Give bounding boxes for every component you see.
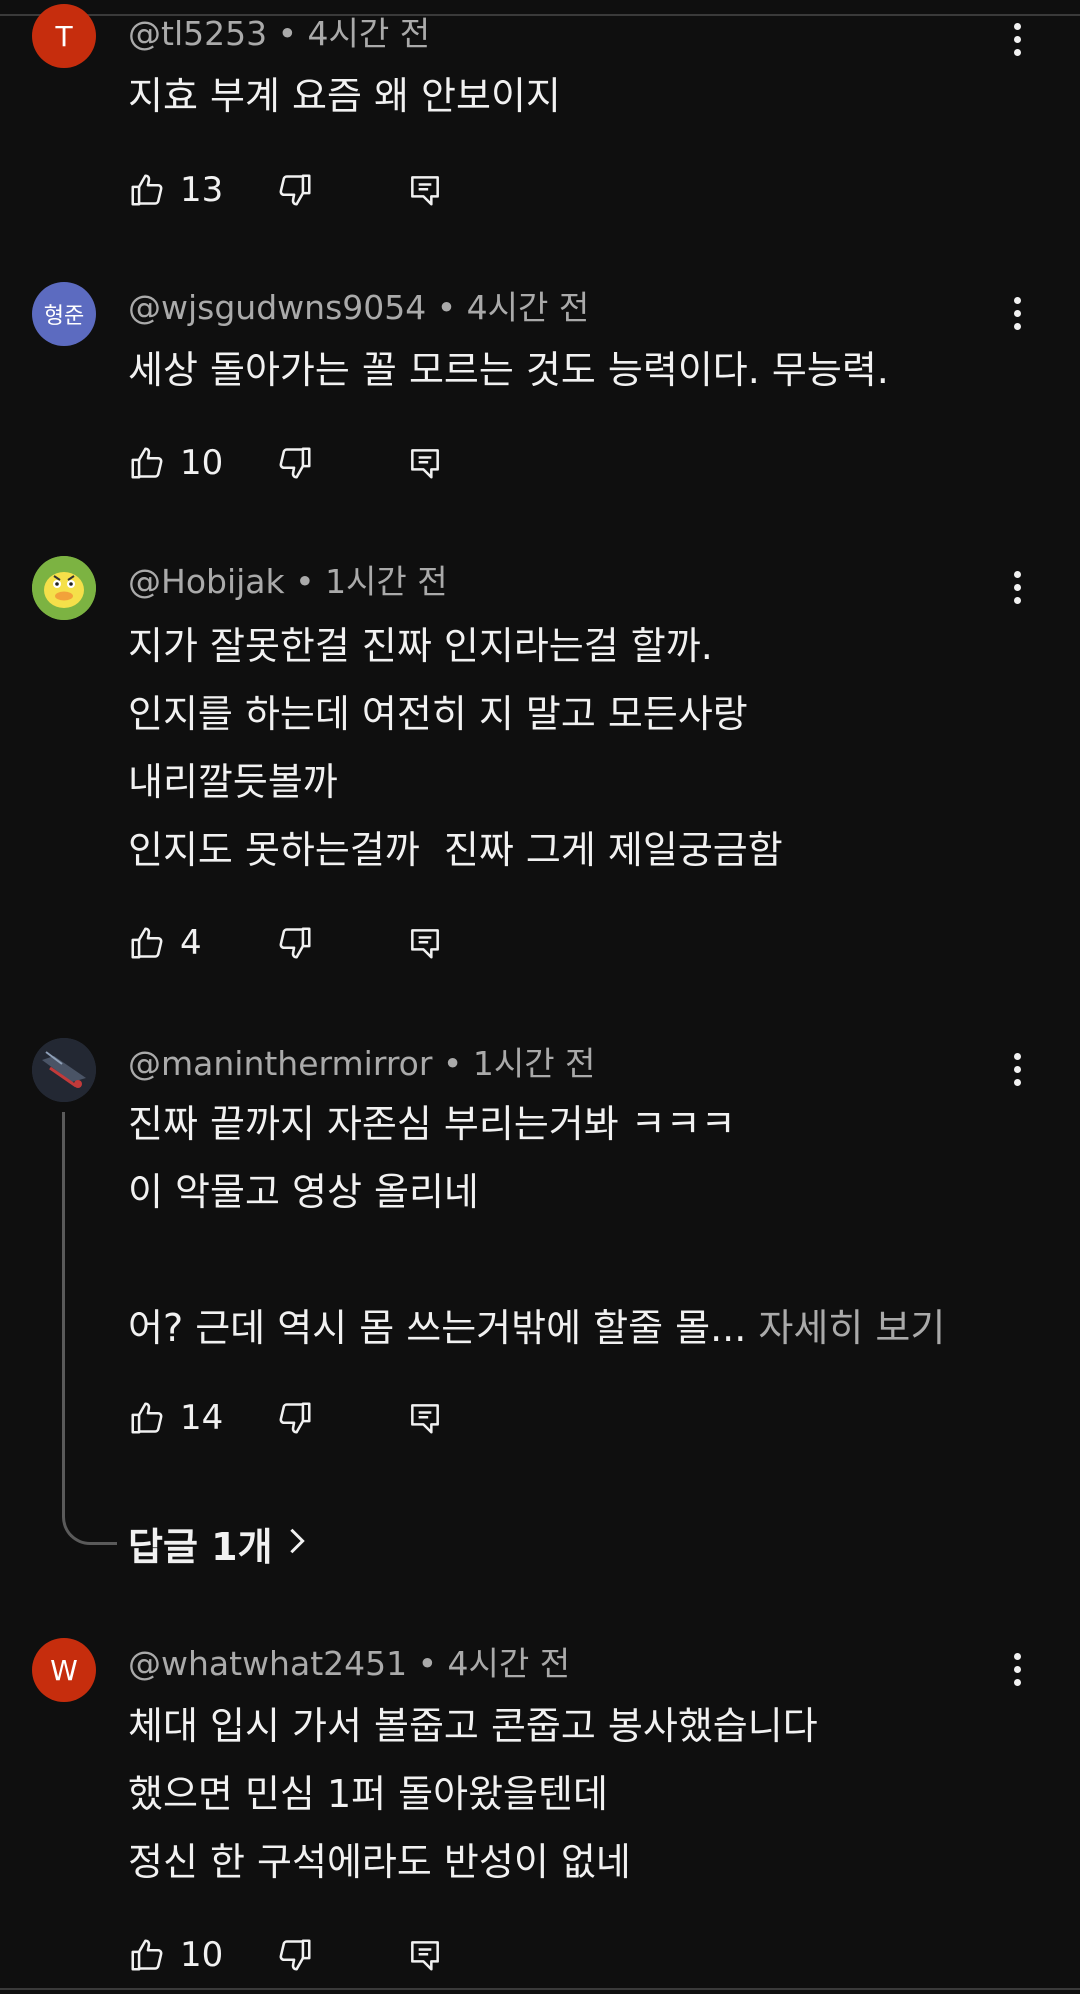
comment-line: 이 악물고 영상 올리네 — [128, 1170, 479, 1214]
comment-actions: 14 — [128, 1393, 444, 1443]
comment-text: 지가 잘못한걸 진짜 인지라는걸 할까. 인지를 하는데 여전히 지 말고 모든… — [128, 612, 1008, 884]
comment-author-time[interactable]: @tl5253 • 4시간 전 — [128, 14, 430, 54]
comment-line: 인지도 못하는걸까 진짜 그게 제일궁금함 — [128, 828, 783, 872]
comment-line: 세상 돌아가는 꼴 모르는 것도 능력이다. 무능력. — [128, 348, 889, 392]
dislike-button[interactable] — [276, 444, 406, 482]
comment-line: 지효 부계 요즘 왜 안보이지 — [128, 74, 561, 118]
comment-line: 했으면 민심 1퍼 돌아왔을텐데 — [128, 1772, 608, 1816]
reply-button[interactable] — [406, 924, 444, 962]
thumbs-up-icon — [128, 171, 166, 209]
thumbs-down-icon — [276, 444, 314, 482]
reply-button[interactable] — [406, 1936, 444, 1974]
like-count: 13 — [180, 170, 224, 210]
bottom-divider — [0, 1988, 1080, 1990]
dislike-button[interactable] — [276, 924, 406, 962]
comment-line: 내리깔듯볼까 — [128, 760, 338, 804]
avatar[interactable]: W — [32, 1638, 96, 1702]
comment-line — [128, 1226, 1008, 1294]
comment-actions: 10 — [128, 438, 444, 488]
thumbs-down-icon — [276, 171, 314, 209]
comment-author-time[interactable]: @Hobijak • 1시간 전 — [128, 562, 448, 602]
avatar[interactable]: T — [32, 4, 96, 68]
reply-comment-icon — [406, 444, 444, 482]
more-vertical-icon[interactable] — [1000, 1046, 1034, 1092]
like-count: 14 — [180, 1398, 224, 1438]
read-more-link[interactable]: 자세히 보기 — [758, 1306, 945, 1350]
avatar-letter: 형준 — [43, 304, 85, 329]
comment-text: 체대 입시 가서 볼줍고 콘줍고 봉사했습니다 했으면 민심 1퍼 돌아왔을텐데… — [128, 1692, 1008, 1896]
mirror-photo-icon — [32, 1038, 96, 1102]
like-count: 10 — [180, 1935, 224, 1975]
comment-actions: 13 — [128, 165, 444, 215]
comment-text: 진짜 끝까지 자존심 부리는거봐 ㅋㅋㅋ 이 악물고 영상 올리네 어? 근데 … — [128, 1090, 1008, 1362]
more-vertical-icon[interactable] — [1000, 564, 1034, 610]
avatar-letter: W — [50, 1653, 78, 1687]
comment-text: 지효 부계 요즘 왜 안보이지 — [128, 62, 1008, 130]
dislike-button[interactable] — [276, 1399, 406, 1437]
thumbs-down-icon — [276, 924, 314, 962]
reply-comment-icon — [406, 1399, 444, 1437]
like-button[interactable]: 13 — [128, 170, 276, 210]
avatar[interactable]: 형준 — [32, 282, 96, 346]
comment-author-time[interactable]: @maninthermirror • 1시간 전 — [128, 1044, 595, 1084]
reply-button[interactable] — [406, 1399, 444, 1437]
reply-button[interactable] — [406, 171, 444, 209]
dislike-button[interactable] — [276, 171, 406, 209]
comment-line-text: 어? 근데 역시 몸 쓰는거밖에 할줄 몰... — [128, 1306, 747, 1350]
view-replies-button[interactable]: 답글 1개 — [128, 1518, 307, 1569]
thumbs-down-icon — [276, 1936, 314, 1974]
more-vertical-icon[interactable] — [1000, 16, 1034, 62]
comment-line: 지가 잘못한걸 진짜 인지라는걸 할까. — [128, 624, 713, 668]
more-vertical-icon[interactable] — [1000, 290, 1034, 336]
comment-line: 정신 한 구석에라도 반성이 없네 — [128, 1840, 631, 1884]
reply-button[interactable] — [406, 444, 444, 482]
thumbs-up-icon — [128, 924, 166, 962]
dislike-button[interactable] — [276, 1936, 406, 1974]
comment-author-time[interactable]: @whatwhat2451 • 4시간 전 — [128, 1644, 570, 1684]
avatar[interactable] — [32, 1038, 96, 1102]
thumbs-down-icon — [276, 1399, 314, 1437]
comment-line: 인지를 하는데 여전히 지 말고 모든사랑 — [128, 692, 748, 736]
chevron-right-icon — [287, 1521, 307, 1565]
reply-comment-icon — [406, 924, 444, 962]
comment-line: 체대 입시 가서 볼줍고 콘줍고 봉사했습니다 — [128, 1704, 818, 1748]
like-count: 10 — [180, 443, 224, 483]
avatar-letter: T — [55, 19, 73, 53]
replies-label: 답글 1개 — [128, 1524, 273, 1569]
thumbs-up-icon — [128, 1399, 166, 1437]
duck-character-icon — [32, 556, 96, 620]
like-button[interactable]: 10 — [128, 1935, 276, 1975]
comment-line: 어? 근데 역시 몸 쓰는거밖에 할줄 몰... 자세히 보기 — [128, 1294, 1008, 1362]
reply-comment-icon — [406, 1936, 444, 1974]
like-button[interactable]: 4 — [128, 923, 276, 963]
comment-actions: 4 — [128, 918, 444, 968]
comment-author-time[interactable]: @wjsgudwns9054 • 4시간 전 — [128, 288, 589, 328]
reply-thread-line — [62, 1112, 117, 1545]
thumbs-up-icon — [128, 444, 166, 482]
comment-text: 세상 돌아가는 꼴 모르는 것도 능력이다. 무능력. — [128, 336, 1008, 404]
like-count: 4 — [180, 923, 202, 963]
like-button[interactable]: 10 — [128, 443, 276, 483]
reply-comment-icon — [406, 171, 444, 209]
comment-line: 진짜 끝까지 자존심 부리는거봐 ㅋㅋㅋ — [128, 1102, 736, 1146]
thumbs-up-icon — [128, 1936, 166, 1974]
avatar[interactable] — [32, 556, 96, 620]
comment-actions: 10 — [128, 1930, 444, 1980]
like-button[interactable]: 14 — [128, 1398, 276, 1438]
more-vertical-icon[interactable] — [1000, 1646, 1034, 1692]
